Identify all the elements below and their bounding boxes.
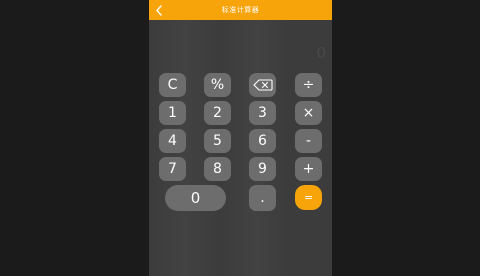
plus-button[interactable]: + <box>295 157 322 181</box>
screen: 标准计算器 0 C % ÷ 1 2 3 × 4 5 6 - 7 8 9 + 0 … <box>0 0 480 276</box>
page-title: 标准计算器 <box>221 6 260 14</box>
calculator-app: 标准计算器 0 C % ÷ 1 2 3 × 4 5 6 - 7 8 9 + 0 … <box>149 0 332 276</box>
digit-6-button[interactable]: 6 <box>249 129 276 153</box>
digit-7-button[interactable]: 7 <box>159 157 186 181</box>
title-bar: 标准计算器 <box>149 0 332 20</box>
digit-1-button[interactable]: 1 <box>159 101 186 125</box>
digit-5-button[interactable]: 5 <box>204 129 231 153</box>
digit-8-button[interactable]: 8 <box>204 157 231 181</box>
digit-3-button[interactable]: 3 <box>249 101 276 125</box>
digit-4-button[interactable]: 4 <box>159 129 186 153</box>
divide-button[interactable]: ÷ <box>295 73 322 97</box>
multiply-button[interactable]: × <box>295 101 322 125</box>
percent-button[interactable]: % <box>204 73 231 97</box>
digit-9-button[interactable]: 9 <box>249 157 276 181</box>
result-display: 0 <box>316 44 326 62</box>
digit-0-button[interactable]: 0 <box>165 185 226 211</box>
minus-button[interactable]: - <box>295 129 322 153</box>
equals-button[interactable]: = <box>295 185 322 210</box>
backspace-button[interactable] <box>249 73 276 97</box>
backspace-icon <box>252 79 273 91</box>
clear-button[interactable]: C <box>159 73 186 97</box>
digit-2-button[interactable]: 2 <box>204 101 231 125</box>
decimal-button[interactable]: . <box>249 185 276 211</box>
